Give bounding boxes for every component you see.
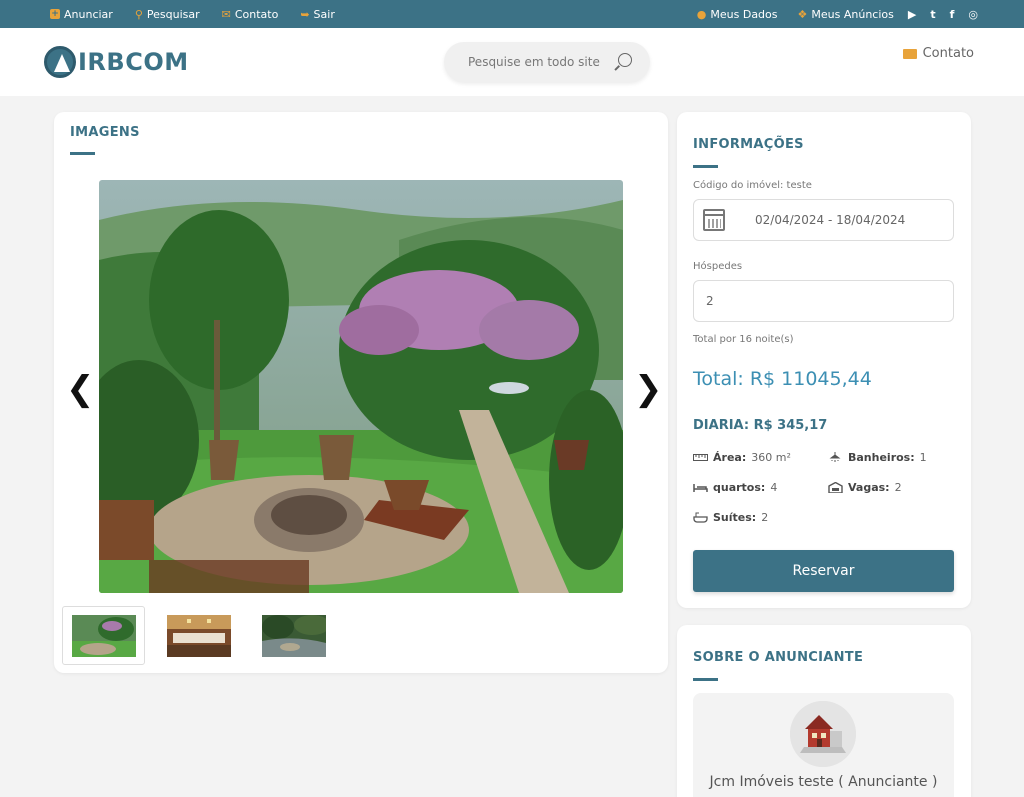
rooms-label: quartos: xyxy=(713,481,766,494)
advertiser-box: Jcm Imóveis teste ( Anunciante ) xyxy=(693,693,954,797)
search-button-icon[interactable] xyxy=(618,53,632,67)
advertiser-title: SOBRE O ANUNCIANTE xyxy=(693,650,864,665)
daily-price: DIARIA: R$ 345,17 xyxy=(693,418,828,433)
title-underline xyxy=(693,165,718,168)
area-label: Área: xyxy=(713,451,747,464)
property-code: Código do imóvel: teste xyxy=(693,180,812,191)
total-price: Total: R$ 11045,44 xyxy=(693,368,872,390)
sair-link[interactable]: ➥ Sair xyxy=(300,8,335,21)
house-icon xyxy=(790,701,856,767)
calendar-icon xyxy=(703,209,725,231)
bathrooms-value: 1 xyxy=(919,451,927,464)
date-range-value: 02/04/2024 - 18/04/2024 xyxy=(755,213,906,227)
feature-bathrooms: Banheiros: 1 xyxy=(828,451,927,464)
feature-area: Área: 360 m² xyxy=(693,451,791,464)
contato-link[interactable]: ✉ Contato xyxy=(222,8,279,21)
cubes-icon: ❖ xyxy=(797,7,808,21)
main-photo xyxy=(99,180,623,593)
images-title: IMAGENS xyxy=(70,125,140,140)
info-title: INFORMAÇÕES xyxy=(693,137,804,152)
thumbnail-2[interactable] xyxy=(157,606,240,665)
advertiser-avatar[interactable] xyxy=(790,701,856,767)
top-bar-left: + Anunciar ⚲ Pesquisar ✉ Contato ➥ Sair xyxy=(50,0,335,28)
title-underline xyxy=(70,152,95,155)
title-underline xyxy=(693,678,718,681)
anunciar-label: Anunciar xyxy=(64,7,113,21)
prev-image-button[interactable]: ❮ xyxy=(66,372,95,406)
anunciar-link[interactable]: + Anunciar xyxy=(50,8,113,21)
total-nights-note: Total por 16 noite(s) xyxy=(693,334,794,345)
guests-label: Hóspedes xyxy=(693,261,743,272)
youtube-icon[interactable]: ▶ xyxy=(908,8,916,21)
site-header: IRBCOM Contato xyxy=(0,28,1024,96)
instagram-icon[interactable]: ◎ xyxy=(968,8,978,21)
next-image-button[interactable]: ❯ xyxy=(634,372,663,406)
header-contact-label: Contato xyxy=(922,46,974,61)
garage-icon xyxy=(828,481,843,494)
meus-anuncios-link[interactable]: ❖ Meus Anúncios xyxy=(798,8,894,21)
suites-label: Suítes: xyxy=(713,511,757,524)
sign-out-icon: ➥ xyxy=(300,7,310,21)
thumbnail-3[interactable] xyxy=(252,606,335,665)
images-card: IMAGENS ❮ ❯ xyxy=(54,112,668,673)
thumbnail-garden-image xyxy=(71,614,136,657)
top-bar-right: ● Meus Dados ❖ Meus Anúncios ▶ t f ◎ xyxy=(697,0,978,28)
meus-dados-label: Meus Dados xyxy=(710,7,778,21)
date-range-field[interactable]: 02/04/2024 - 18/04/2024 xyxy=(693,199,954,241)
parking-value: 2 xyxy=(894,481,902,494)
bed-icon xyxy=(693,482,708,493)
reserve-button[interactable]: Reservar xyxy=(693,550,954,592)
guests-field[interactable]: 2 xyxy=(693,280,954,322)
guests-value: 2 xyxy=(706,294,714,308)
plus-square-icon: + xyxy=(50,9,60,19)
top-bar: + Anunciar ⚲ Pesquisar ✉ Contato ➥ Sair … xyxy=(0,0,1024,28)
logo-text: IRBCOM xyxy=(78,48,189,76)
bathtub-icon xyxy=(693,512,708,523)
facebook-icon[interactable]: f xyxy=(950,8,955,21)
header-contact-link[interactable]: Contato xyxy=(902,46,974,61)
rooms-value: 4 xyxy=(770,481,778,494)
envelope-icon xyxy=(902,48,917,59)
contato-label: Contato xyxy=(234,7,279,21)
thumbnail-river-image xyxy=(261,614,326,657)
feature-parking: Vagas: 2 xyxy=(828,481,902,494)
advertiser-card: SOBRE O ANUNCIANTE Jcm Imóveis teste ( A… xyxy=(677,625,971,797)
advertiser-name[interactable]: Jcm Imóveis teste ( Anunciante ) xyxy=(693,774,954,790)
suites-value: 2 xyxy=(761,511,769,524)
logo-mark-icon xyxy=(44,46,76,78)
thumbnail-strip xyxy=(62,606,347,665)
pesquisar-label: Pesquisar xyxy=(146,7,200,21)
feature-rooms: quartos: 4 xyxy=(693,481,777,494)
twitter-icon[interactable]: t xyxy=(930,8,935,21)
feature-suites: Suítes: 2 xyxy=(693,511,768,524)
thumbnail-interior-image xyxy=(166,614,231,657)
ruler-icon xyxy=(693,452,708,463)
search-icon: ⚲ xyxy=(134,7,143,21)
info-card: INFORMAÇÕES Código do imóvel: teste 02/0… xyxy=(677,112,971,608)
meus-dados-link[interactable]: ● Meus Dados xyxy=(697,8,778,21)
thumbnail-1[interactable] xyxy=(62,606,145,665)
shower-icon xyxy=(828,452,843,463)
area-value: 360 m² xyxy=(751,451,791,464)
envelope-icon: ✉ xyxy=(221,7,231,21)
site-logo[interactable]: IRBCOM xyxy=(44,46,189,78)
pesquisar-link[interactable]: ⚲ Pesquisar xyxy=(135,8,200,21)
meus-anuncios-label: Meus Anúncios xyxy=(811,7,894,21)
site-search xyxy=(444,42,650,82)
user-icon: ● xyxy=(696,7,707,21)
parking-label: Vagas: xyxy=(848,481,890,494)
bathrooms-label: Banheiros: xyxy=(848,451,915,464)
garden-photo xyxy=(99,180,623,593)
search-input[interactable] xyxy=(468,55,608,69)
sair-label: Sair xyxy=(313,7,335,21)
